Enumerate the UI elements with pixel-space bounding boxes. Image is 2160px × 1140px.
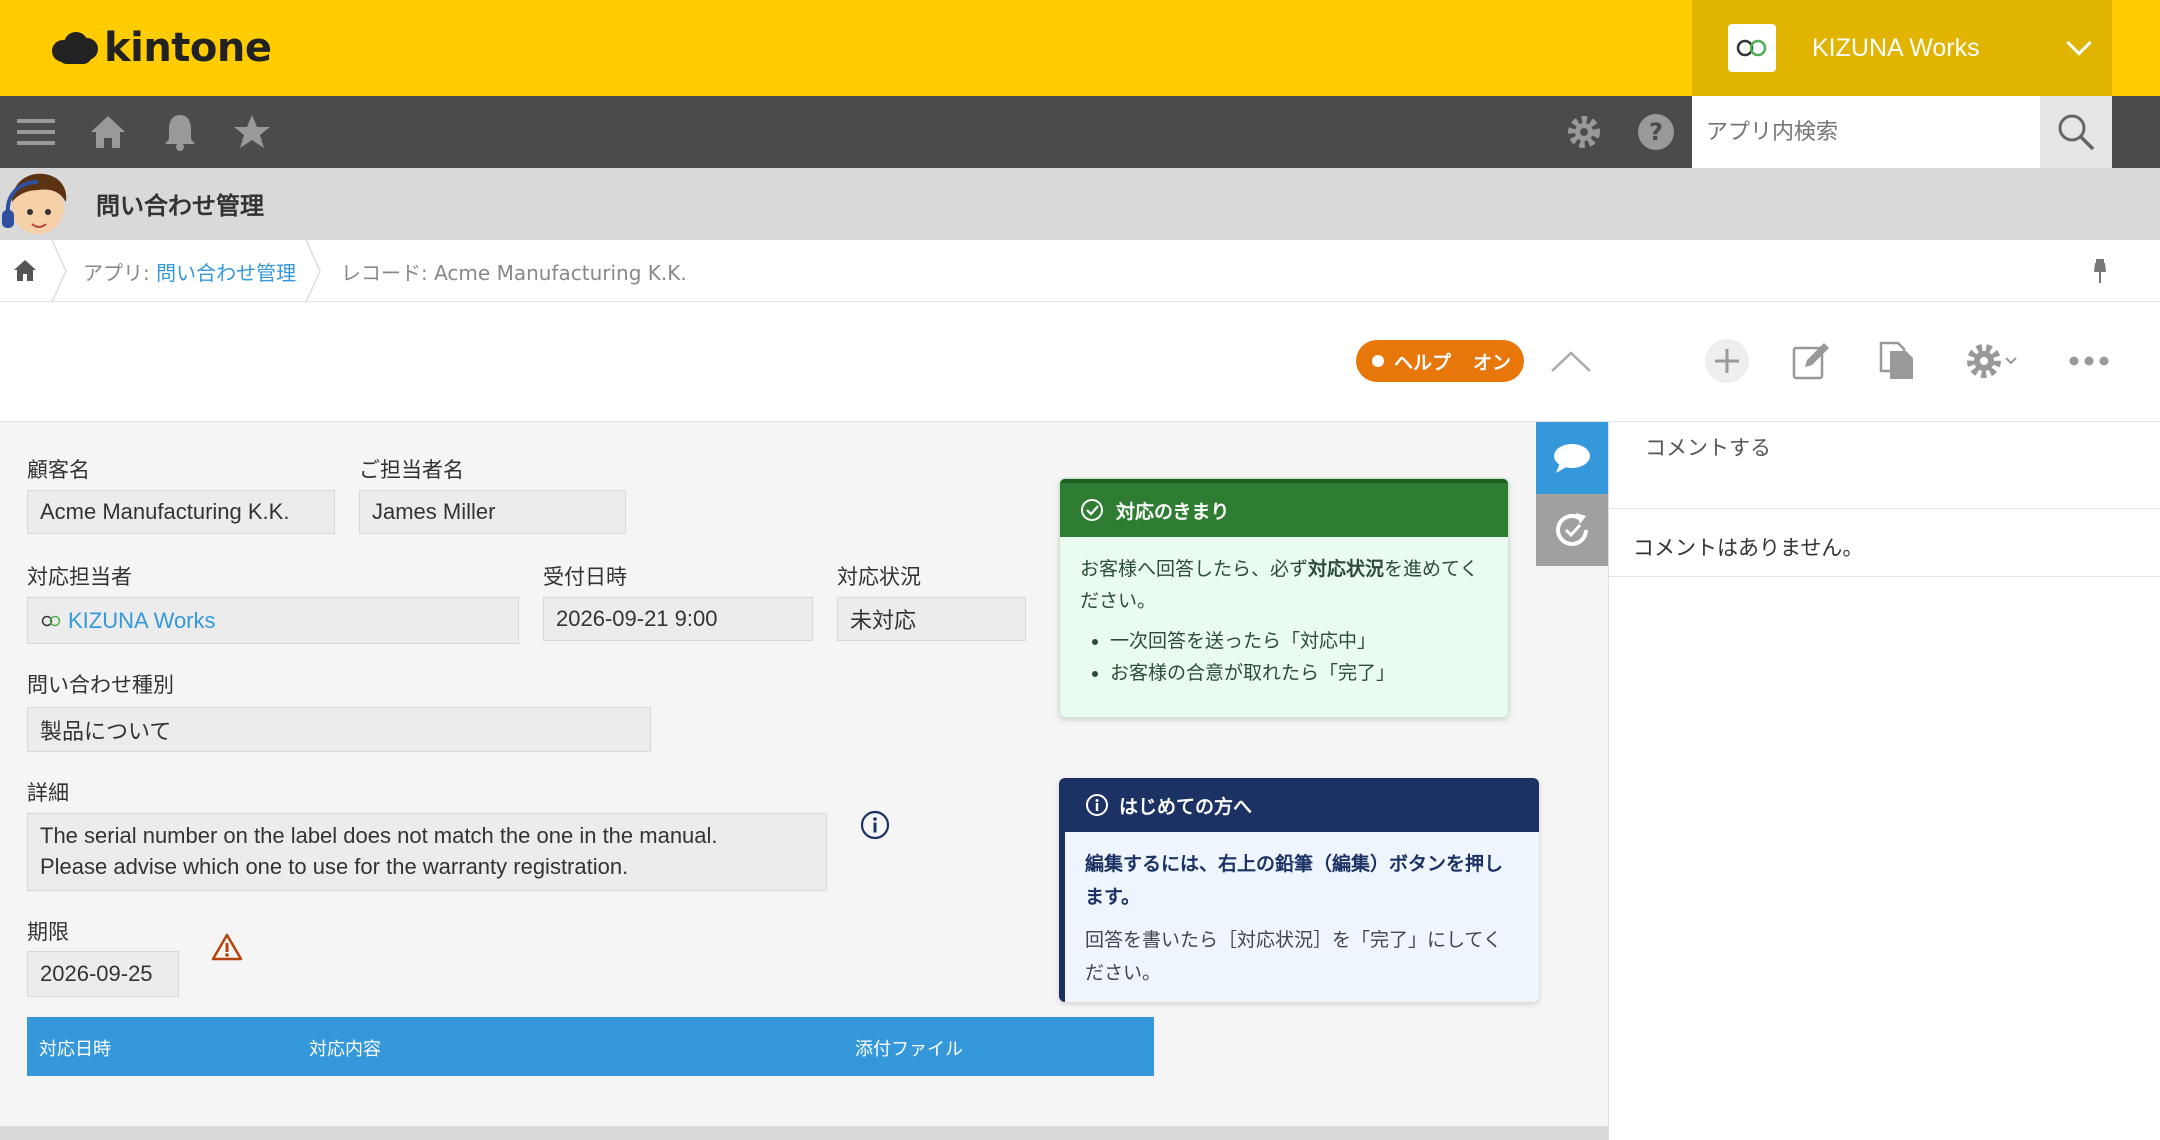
breadcrumb: アプリ: 問い合わせ管理 レコード: Acme Manufacturing K.… <box>0 240 2160 302</box>
search-input[interactable] <box>1692 96 2040 168</box>
ellipsis-icon <box>2069 356 2109 366</box>
org-name: KIZUNA Works <box>1812 33 1980 62</box>
chevron-down-icon <box>2005 357 2017 365</box>
star-icon[interactable] <box>232 112 272 152</box>
breadcrumb-home-icon[interactable] <box>12 258 38 288</box>
assignee-value: KIZUNA Works <box>27 597 519 644</box>
rules-notice-body: お客様へ回答したら、必ず対応状況を進めてください。 一次回答を送ったら「対応中」… <box>1060 537 1508 705</box>
duplicate-button[interactable] <box>1872 336 1922 386</box>
contact-label: ご担当者名 <box>359 458 464 482</box>
help-icon[interactable]: ? <box>1636 112 1676 152</box>
warning-icon[interactable] <box>211 933 243 965</box>
list-item: 一次回答を送ったら「対応中」 <box>1110 625 1488 657</box>
add-record-button[interactable] <box>1702 336 1752 386</box>
first-time-notice: はじめての方へ 編集するには、右上の鉛筆（編集）ボタンを押します。 回答を書いた… <box>1059 778 1539 1002</box>
received-label: 受付日時 <box>543 565 627 589</box>
cloud-icon <box>52 30 98 66</box>
org-logo-icon <box>1728 24 1776 72</box>
pin-icon[interactable] <box>2090 258 2110 288</box>
divider <box>1609 576 2160 577</box>
app-header <box>0 168 2160 240</box>
history-tab[interactable] <box>1536 494 1608 566</box>
history-table-header: 対応日時 対応内容 添付ファイル <box>27 1017 1154 1076</box>
list-item: お客様の合意が取れたら「完了」 <box>1110 657 1488 689</box>
received-value: 2026-09-21 9:00 <box>543 597 813 641</box>
column-header: 添付ファイル <box>855 1039 963 1060</box>
first-time-notice-header: はじめての方へ <box>1065 778 1539 832</box>
comment-panel: コメントする コメントはありません。 <box>1608 422 2160 1140</box>
breadcrumb-app-link[interactable]: 問い合わせ管理 <box>156 261 296 285</box>
toggle-dot-icon <box>1372 355 1384 367</box>
edit-button[interactable] <box>1786 336 1836 386</box>
speech-bubble-icon <box>1554 444 1590 473</box>
app-icon <box>0 168 74 240</box>
divider <box>1609 508 2160 509</box>
no-comments-text: コメントはありません。 <box>1633 536 1864 560</box>
chevron-down-icon <box>2066 30 2092 56</box>
help-toggle-button[interactable]: ヘルプ オン <box>1356 340 1524 382</box>
info-icon <box>1086 794 1108 816</box>
category-value: 製品について <box>27 707 651 752</box>
category-label: 問い合わせ種別 <box>27 673 174 697</box>
menu-icon[interactable] <box>16 112 56 152</box>
copy-icon <box>1879 341 1913 379</box>
contact-value: James Miller <box>359 490 626 534</box>
search-button[interactable] <box>2040 96 2112 168</box>
deadline-label: 期限 <box>27 920 69 944</box>
more-options-button[interactable] <box>2064 336 2114 386</box>
assignee-link[interactable]: KIZUNA Works <box>68 608 216 634</box>
search-icon <box>2058 114 2095 151</box>
rules-notice: 対応のきまり お客様へ回答したら、必ず対応状況を進めてください。 一次回答を送っ… <box>1059 478 1509 718</box>
status-value: 未対応 <box>837 597 1026 641</box>
comments-tab[interactable] <box>1536 422 1608 494</box>
customer-value: Acme Manufacturing K.K. <box>27 490 335 534</box>
breadcrumb-app: アプリ: 問い合わせ管理 <box>83 261 297 285</box>
rules-notice-header: 対応のきまり <box>1060 479 1508 537</box>
gear-icon <box>1967 344 2001 378</box>
detail-value: The serial number on the label does not … <box>27 813 827 891</box>
logo-text: kintone <box>104 25 272 71</box>
first-time-notice-body: 編集するには、右上の鉛筆（編集）ボタンを押します。 回答を書いたら［対応状況］を… <box>1085 853 1504 984</box>
column-header: 対応日時 <box>39 1039 111 1060</box>
customer-label: 顧客名 <box>27 458 90 482</box>
record-toolbar <box>0 302 2160 422</box>
bottom-scrollbar[interactable] <box>0 1126 1608 1140</box>
comment-input[interactable]: コメントする <box>1645 432 1771 462</box>
detail-label: 詳細 <box>27 781 69 805</box>
pencil-icon <box>1792 343 1829 380</box>
info-icon[interactable] <box>860 810 890 844</box>
home-icon[interactable] <box>88 112 128 152</box>
collapse-chevron-icon[interactable] <box>1546 336 1596 386</box>
bell-icon[interactable] <box>160 112 200 152</box>
org-switcher[interactable]: KIZUNA Works <box>1692 0 2112 96</box>
gear-icon[interactable] <box>1564 112 1604 152</box>
kintone-logo[interactable]: kintone <box>52 22 272 74</box>
plus-icon <box>1705 339 1749 383</box>
side-tabs <box>1536 422 1608 566</box>
assignee-label: 対応担当者 <box>27 565 132 589</box>
column-header: 対応内容 <box>309 1039 381 1060</box>
breadcrumb-record: レコード: Acme Manufacturing K.K. <box>341 261 687 285</box>
svg-text:?: ? <box>1649 118 1663 146</box>
breadcrumb-separator <box>305 240 321 302</box>
history-icon <box>1556 513 1588 546</box>
app-title: 問い合わせ管理 <box>96 192 264 220</box>
record-settings-button[interactable] <box>1956 336 2026 386</box>
org-logo-icon <box>41 615 61 626</box>
status-label: 対応状況 <box>837 565 921 589</box>
breadcrumb-separator <box>51 240 67 302</box>
deadline-value: 2026-09-25 <box>27 951 179 997</box>
check-circle-icon <box>1081 499 1103 521</box>
